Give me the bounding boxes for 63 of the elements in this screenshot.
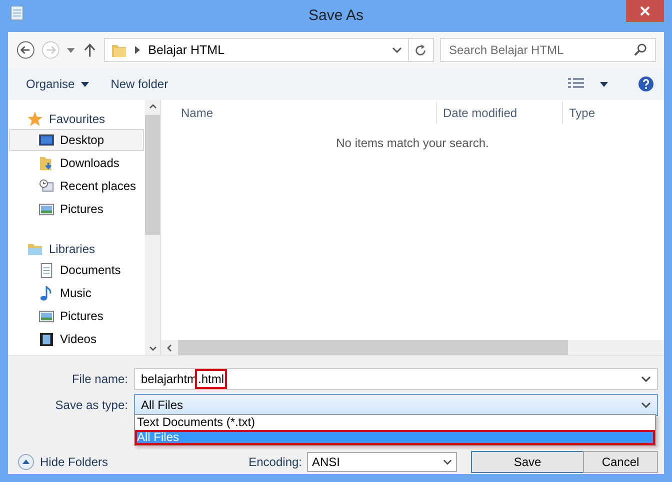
new-folder-button[interactable]: New folder <box>102 73 176 95</box>
column-header[interactable]: Name <box>161 102 437 124</box>
file-name-label: File name: <box>70 372 129 386</box>
highlighted-text: .html <box>198 372 224 386</box>
scroll-left-icon[interactable] <box>167 344 172 352</box>
column-header[interactable]: Type <box>563 102 664 124</box>
dropdown-icon[interactable] <box>641 376 651 382</box>
recent-places-icon <box>39 178 54 194</box>
dropdown-option[interactable]: Text Documents (*.txt) <box>135 415 655 430</box>
scroll-down-icon[interactable] <box>148 346 156 351</box>
sidebar-item[interactable]: Videos <box>9 328 144 350</box>
dropdown-icon[interactable] <box>641 402 651 408</box>
help-icon[interactable] <box>638 76 654 92</box>
column-header[interactable]: Date modified <box>437 102 563 124</box>
dropdown-icon <box>443 459 452 465</box>
sidebar-item[interactable]: Recent places <box>9 175 144 197</box>
folder-icon <box>111 42 128 58</box>
save-as-type-dropdown[interactable]: All Files <box>134 394 658 416</box>
notepad-icon <box>10 5 24 21</box>
sidebar-item[interactable]: Music <box>9 282 144 304</box>
refresh-button[interactable] <box>408 38 434 62</box>
sidebar-item[interactable]: Documents <box>9 259 144 281</box>
picture-frame-icon <box>39 308 54 324</box>
save-button[interactable]: Save <box>471 451 584 473</box>
up-arrow-icon[interactable] <box>84 43 96 57</box>
file-name-field[interactable]: belajarhtm.html <box>134 368 658 390</box>
close-button[interactable] <box>626 0 664 22</box>
caret-icon[interactable] <box>600 82 608 86</box>
hide-folders-button[interactable]: Hide Folders <box>18 454 108 470</box>
window-title: Save As <box>308 7 364 24</box>
refresh-icon <box>414 44 428 56</box>
organise-button[interactable]: Organise <box>18 73 97 95</box>
download-folder-icon <box>39 156 54 170</box>
encoding-dropdown[interactable]: ANSI <box>307 452 457 472</box>
path-text: Belajar HTML <box>148 43 226 57</box>
sidebar-item[interactable]: Downloads <box>9 152 144 174</box>
scroll-up-icon[interactable] <box>148 104 156 109</box>
sidebar-item[interactable]: Pictures <box>9 305 144 327</box>
horizontal-scrollbar[interactable] <box>161 340 664 355</box>
film-strip-icon <box>39 332 54 346</box>
music-note-icon <box>39 286 54 300</box>
search-icon <box>634 43 647 56</box>
view-icon[interactable] <box>568 78 584 90</box>
close-icon <box>640 6 650 16</box>
caret-icon <box>80 82 89 86</box>
star-icon <box>27 110 43 126</box>
search-field[interactable]: Search Belajar HTML <box>440 38 656 62</box>
sidebar-group[interactable]: Favourites <box>8 108 145 129</box>
address-bar[interactable]: Belajar HTML <box>104 38 409 62</box>
save-as-type-label: Save as type: <box>54 398 129 412</box>
encoding-label: Encoding: <box>248 455 302 469</box>
back-icon[interactable] <box>16 40 36 60</box>
sidebar-item[interactable]: Desktop <box>9 129 144 151</box>
monitor-icon <box>39 132 54 148</box>
chevron-icon <box>135 46 140 54</box>
document-icon <box>39 262 54 278</box>
vertical-scrollbar[interactable] <box>145 100 160 355</box>
cancel-button[interactable]: Cancel <box>583 451 658 473</box>
sidebar-group[interactable]: Libraries <box>8 238 145 259</box>
sidebar-item[interactable]: Pictures <box>9 198 144 220</box>
empty-message: No items match your search. <box>336 136 489 152</box>
dropdown-icon[interactable] <box>392 47 402 53</box>
picture-frame-icon <box>39 202 54 216</box>
